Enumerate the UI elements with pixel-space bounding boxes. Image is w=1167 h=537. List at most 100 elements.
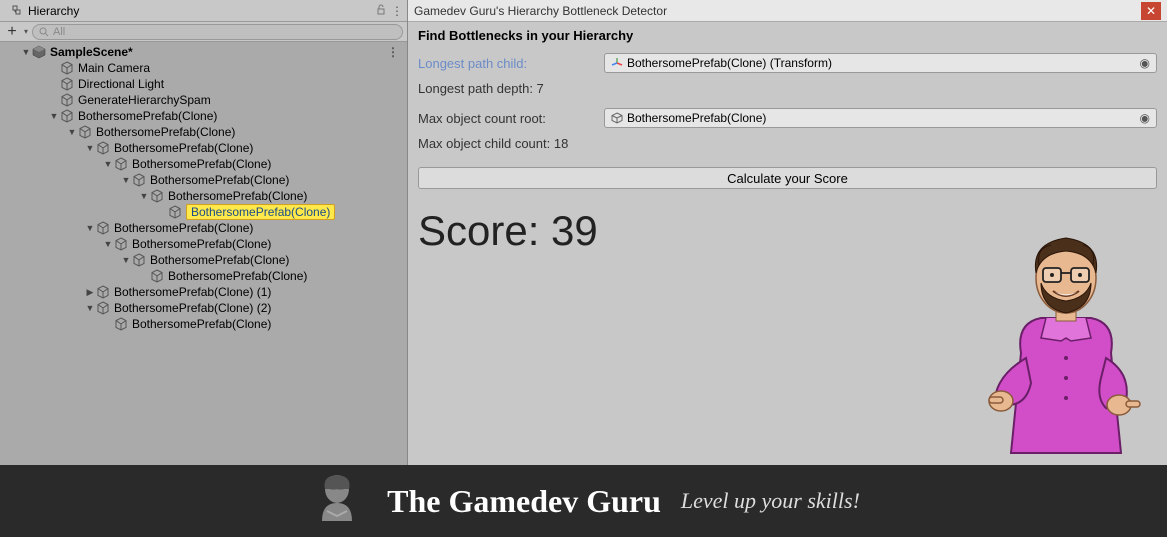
add-dropdown-icon[interactable]: ▾ bbox=[24, 27, 28, 36]
footer-brand: The Gamedev Guru bbox=[387, 483, 661, 520]
tree-item[interactable]: ▼Main Camera bbox=[0, 60, 407, 76]
gameobject-icon bbox=[96, 285, 110, 299]
tree-item[interactable]: ▼ BothersomePrefab(Clone) bbox=[0, 188, 407, 204]
max-object-root-value: BothersomePrefab(Clone) bbox=[627, 111, 766, 125]
tree-item[interactable]: ▼BothersomePrefab(Clone) bbox=[0, 108, 407, 124]
unity-scene-icon bbox=[32, 45, 46, 59]
tree-item[interactable]: ▶BothersomePrefab(Clone) (1) bbox=[0, 284, 407, 300]
gameobject-icon bbox=[114, 317, 128, 331]
expand-arrow-icon[interactable]: ▼ bbox=[120, 255, 132, 265]
tree-item[interactable]: ▼ BothersomePrefab(Clone) (2) bbox=[0, 300, 407, 316]
scene-row[interactable]: ▼ SampleScene* ⋮ bbox=[0, 44, 407, 60]
panel-lock-icon[interactable] bbox=[375, 4, 387, 18]
footer-banner: The Gamedev Guru Level up your skills! bbox=[0, 465, 1167, 537]
tree-item[interactable]: ▼BothersomePrefab(Clone) bbox=[0, 204, 407, 220]
gameobject-icon bbox=[150, 189, 164, 203]
max-object-child-count-label: Max object child count: 18 bbox=[418, 136, 568, 151]
gameobject-icon bbox=[60, 93, 74, 107]
expand-arrow-icon[interactable]: ▼ bbox=[48, 111, 60, 121]
close-button[interactable]: ✕ bbox=[1141, 2, 1161, 20]
object-picker-icon[interactable]: ◉ bbox=[1140, 111, 1150, 125]
tree-item[interactable]: ▼GenerateHierarchySpam bbox=[0, 92, 407, 108]
longest-path-depth-row: Longest path depth: 7 bbox=[418, 81, 1157, 96]
add-button[interactable]: + bbox=[4, 24, 20, 40]
gameobject-icon bbox=[114, 157, 128, 171]
tree-item-label: Directional Light bbox=[78, 77, 164, 91]
tree-item-label: BothersomePrefab(Clone) bbox=[168, 269, 307, 283]
expand-arrow-icon[interactable]: ▼ bbox=[84, 223, 96, 233]
calculate-button[interactable]: Calculate your Score bbox=[418, 167, 1157, 189]
expand-arrow-icon[interactable]: ▼ bbox=[120, 175, 132, 185]
expand-arrow-icon[interactable]: ▼ bbox=[138, 191, 150, 201]
tree-item-label: BothersomePrefab(Clone) bbox=[114, 221, 253, 235]
gameobject-icon bbox=[60, 109, 74, 123]
search-input[interactable] bbox=[53, 26, 396, 38]
gameobject-icon bbox=[96, 301, 110, 315]
gameobject-icon bbox=[132, 173, 146, 187]
tree-container[interactable]: ▼ SampleScene* ⋮ ▼Main Camera▼Directiona… bbox=[0, 42, 407, 465]
expand-arrow-icon[interactable]: ▶ bbox=[84, 287, 96, 298]
longest-path-child-row: Longest path child: BothersomePrefab(Clo… bbox=[418, 53, 1157, 73]
tree-item[interactable]: ▼ BothersomePrefab(Clone) bbox=[0, 124, 407, 140]
expand-arrow-icon[interactable]: ▼ bbox=[102, 239, 114, 249]
detector-heading: Find Bottlenecks in your Hierarchy bbox=[418, 28, 1157, 43]
tree-item-label: BothersomePrefab(Clone) bbox=[186, 204, 335, 220]
mascot-illustration bbox=[971, 223, 1161, 473]
hierarchy-panel: Hierarchy ⋮ + ▾ ▼ bbox=[0, 0, 408, 465]
tree-item[interactable]: ▼ BothersomePrefab(Clone) bbox=[0, 236, 407, 252]
tree-item-label: BothersomePrefab(Clone) bbox=[168, 189, 307, 203]
detector-body: Find Bottlenecks in your Hierarchy Longe… bbox=[408, 22, 1167, 465]
longest-path-child-field[interactable]: BothersomePrefab(Clone) (Transform) ◉ bbox=[604, 53, 1157, 73]
expand-arrow-icon[interactable]: ▼ bbox=[66, 127, 78, 137]
tree-item[interactable]: ▼ BothersomePrefab(Clone) bbox=[0, 220, 407, 236]
gameobject-icon bbox=[96, 141, 110, 155]
tree-item-label: Main Camera bbox=[78, 61, 150, 75]
tree-item-label: BothersomePrefab(Clone) (2) bbox=[114, 301, 271, 315]
tree-item-label: BothersomePrefab(Clone) bbox=[132, 237, 271, 251]
footer-avatar bbox=[307, 471, 367, 531]
object-picker-icon[interactable]: ◉ bbox=[1140, 56, 1150, 70]
detector-titlebar: Gamedev Guru's Hierarchy Bottleneck Dete… bbox=[408, 0, 1167, 22]
detector-panel: Gamedev Guru's Hierarchy Bottleneck Dete… bbox=[408, 0, 1167, 465]
tree-item-label: BothersomePrefab(Clone) bbox=[96, 125, 235, 139]
tree-item-label: BothersomePrefab(Clone) bbox=[150, 253, 289, 267]
transform-icon bbox=[611, 57, 623, 69]
detector-window-title: Gamedev Guru's Hierarchy Bottleneck Dete… bbox=[414, 4, 667, 18]
expand-arrow-icon[interactable]: ▼ bbox=[20, 47, 32, 57]
gameobject-icon bbox=[611, 112, 623, 124]
max-object-root-label: Max object count root: bbox=[418, 111, 598, 126]
max-object-child-count-row: Max object child count: 18 bbox=[418, 136, 1157, 151]
search-box[interactable] bbox=[32, 24, 403, 40]
gameobject-icon bbox=[96, 221, 110, 235]
close-icon: ✕ bbox=[1146, 4, 1156, 18]
expand-arrow-icon[interactable]: ▼ bbox=[84, 303, 96, 313]
tree-item-label: GenerateHierarchySpam bbox=[78, 93, 211, 107]
longest-path-child-label: Longest path child: bbox=[418, 56, 598, 71]
hierarchy-tab-icon bbox=[12, 5, 24, 17]
tree-item[interactable]: ▼ BothersomePrefab(Clone) bbox=[0, 252, 407, 268]
tree-item[interactable]: ▼BothersomePrefab(Clone) bbox=[0, 156, 407, 172]
gameobject-icon bbox=[78, 125, 92, 139]
gameobject-icon bbox=[168, 205, 182, 219]
gameobject-icon bbox=[114, 237, 128, 251]
panel-menu-icon[interactable]: ⋮ bbox=[391, 4, 403, 18]
tree-item[interactable]: ▼ BothersomePrefab(Clone) bbox=[0, 140, 407, 156]
expand-arrow-icon[interactable]: ▼ bbox=[84, 143, 96, 153]
scene-menu-icon[interactable]: ⋮ bbox=[387, 45, 399, 59]
tree-item-label: BothersomePrefab(Clone) bbox=[132, 317, 271, 331]
hierarchy-toolbar: + ▾ bbox=[0, 22, 407, 42]
gameobject-icon bbox=[60, 61, 74, 75]
max-object-root-field[interactable]: BothersomePrefab(Clone) ◉ bbox=[604, 108, 1157, 128]
expand-arrow-icon[interactable]: ▼ bbox=[102, 159, 114, 169]
tree-item[interactable]: ▼BothersomePrefab(Clone) bbox=[0, 268, 407, 284]
gameobject-icon bbox=[60, 77, 74, 91]
tree-item-label: BothersomePrefab(Clone) bbox=[114, 141, 253, 155]
footer-tagline: Level up your skills! bbox=[681, 488, 860, 514]
tree-item[interactable]: ▼BothersomePrefab(Clone) bbox=[0, 316, 407, 332]
gameobject-icon bbox=[132, 253, 146, 267]
tree-item[interactable]: ▼Directional Light bbox=[0, 76, 407, 92]
max-object-root-row: Max object count root: BothersomePrefab(… bbox=[418, 108, 1157, 128]
longest-path-child-value: BothersomePrefab(Clone) (Transform) bbox=[627, 56, 832, 70]
tree-item[interactable]: ▼BothersomePrefab(Clone) bbox=[0, 172, 407, 188]
hierarchy-tab[interactable]: Hierarchy bbox=[4, 2, 87, 20]
